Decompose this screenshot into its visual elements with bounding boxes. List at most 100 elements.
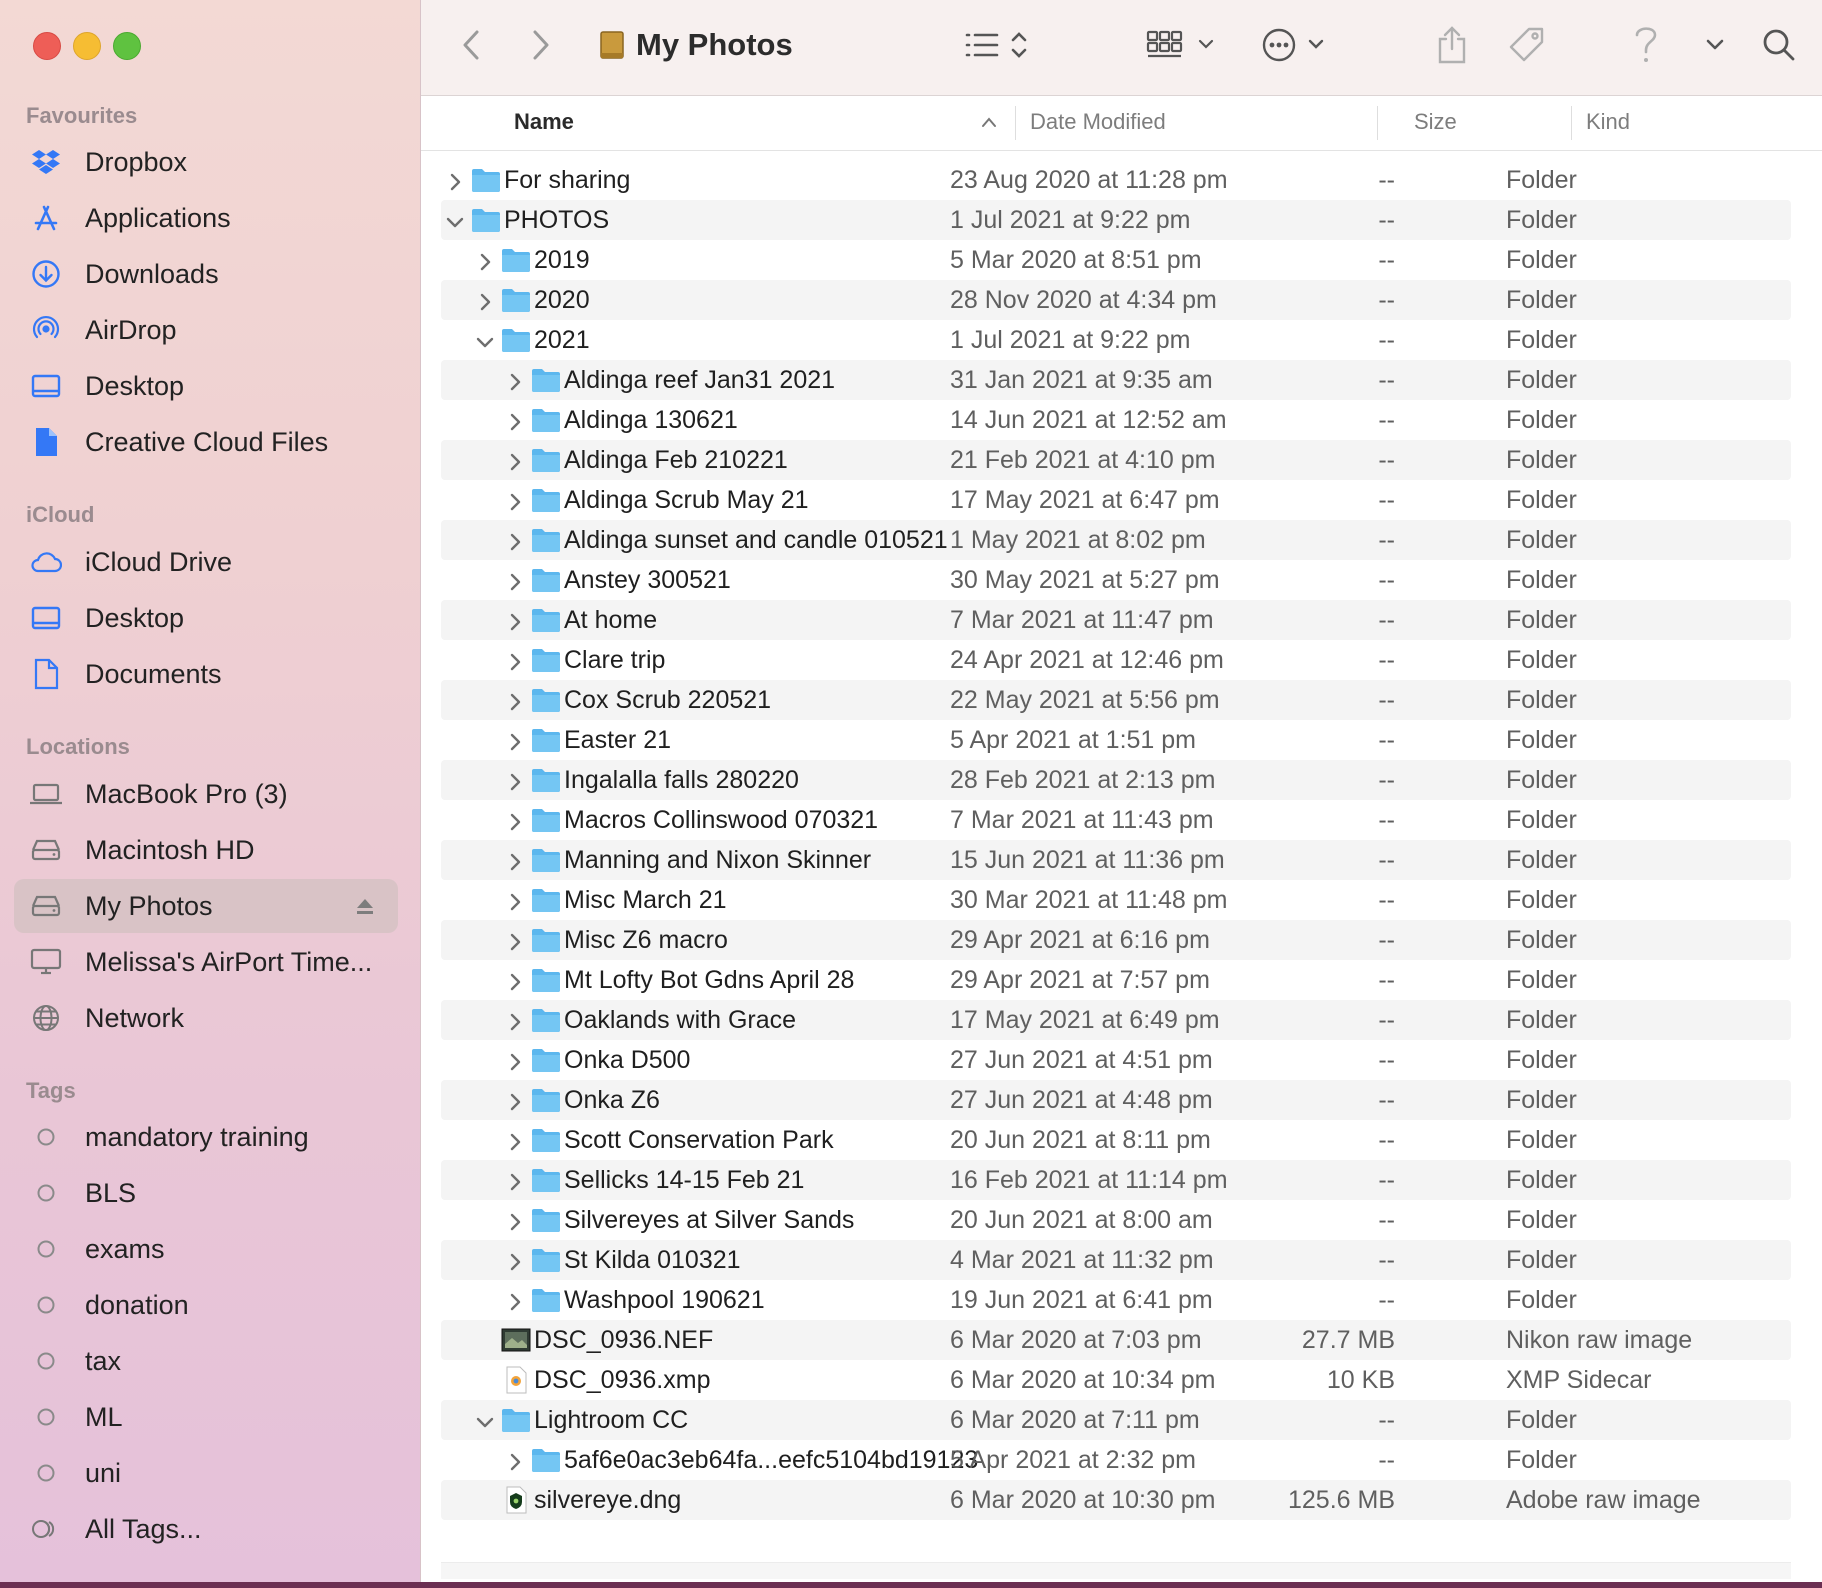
zoom-window-button[interactable]: [113, 32, 141, 60]
action-menu-button[interactable]: [1261, 22, 1331, 68]
chevron-right-icon[interactable]: [505, 650, 525, 671]
table-row[interactable]: Sellicks 14-15 Feb 21 16 Feb 2021 at 11:…: [441, 1160, 1791, 1200]
sidebar-item-icloud-drive[interactable]: iCloud Drive: [14, 535, 398, 589]
sidebar-item-downloads[interactable]: Downloads: [14, 247, 398, 301]
table-row[interactable]: Washpool 190621 19 Jun 2021 at 6:41 pm -…: [441, 1280, 1791, 1320]
sidebar-item-creative-cloud-files[interactable]: Creative Cloud Files: [14, 415, 398, 469]
sidebar-item-network[interactable]: Network: [14, 991, 398, 1045]
chevron-right-icon[interactable]: [505, 730, 525, 751]
chevron-right-icon[interactable]: [505, 1050, 525, 1071]
sidebar-item-tax[interactable]: tax: [14, 1334, 398, 1388]
chevron-right-icon[interactable]: [505, 490, 525, 511]
table-row[interactable]: Aldinga Scrub May 21 17 May 2021 at 6:47…: [441, 480, 1791, 520]
chevron-right-icon[interactable]: [505, 1090, 525, 1111]
column-divider[interactable]: [1015, 106, 1016, 140]
chevron-right-icon[interactable]: [505, 970, 525, 991]
table-row[interactable]: St Kilda 010321 4 Mar 2021 at 11:32 pm -…: [441, 1240, 1791, 1280]
horizontal-scrollbar[interactable]: [441, 1562, 1791, 1579]
column-divider[interactable]: [1377, 106, 1378, 140]
sidebar-item-desktop[interactable]: Desktop: [14, 359, 398, 413]
table-row[interactable]: Scott Conservation Park 20 Jun 2021 at 8…: [441, 1120, 1791, 1160]
table-row[interactable]: Mt Lofty Bot Gdns April 28 29 Apr 2021 a…: [441, 960, 1791, 1000]
sidebar-item-airdrop[interactable]: AirDrop: [14, 303, 398, 357]
table-row[interactable]: Clare trip 24 Apr 2021 at 12:46 pm -- Fo…: [441, 640, 1791, 680]
table-row[interactable]: 2021 1 Jul 2021 at 9:22 pm -- Folder: [441, 320, 1791, 360]
chevron-right-icon[interactable]: [505, 1210, 525, 1231]
help-button[interactable]: [1631, 22, 1661, 68]
back-button[interactable]: [459, 22, 483, 68]
chevron-right-icon[interactable]: [505, 1010, 525, 1031]
chevron-right-icon[interactable]: [505, 1250, 525, 1271]
table-row[interactable]: Onka Z6 27 Jun 2021 at 4:48 pm -- Folder: [441, 1080, 1791, 1120]
chevron-right-icon[interactable]: [505, 930, 525, 951]
search-button[interactable]: [1761, 22, 1797, 68]
close-window-button[interactable]: [33, 32, 61, 60]
kind-column-header[interactable]: Kind: [1586, 96, 1630, 150]
table-row[interactable]: For sharing 23 Aug 2020 at 11:28 pm -- F…: [441, 160, 1791, 200]
sidebar-item-donation[interactable]: donation: [14, 1278, 398, 1332]
table-row[interactable]: Manning and Nixon Skinner 15 Jun 2021 at…: [441, 840, 1791, 880]
chevron-right-icon[interactable]: [505, 450, 525, 471]
chevron-down-icon[interactable]: [475, 1410, 495, 1430]
chevron-right-icon[interactable]: [505, 690, 525, 711]
sidebar-item-applications[interactable]: Applications: [14, 191, 398, 245]
chevron-right-icon[interactable]: [505, 1450, 525, 1471]
date-modified-column-header[interactable]: Date Modified: [1030, 96, 1166, 150]
table-row[interactable]: Onka D500 27 Jun 2021 at 4:51 pm -- Fold…: [441, 1040, 1791, 1080]
table-row[interactable]: Easter 21 5 Apr 2021 at 1:51 pm -- Folde…: [441, 720, 1791, 760]
chevron-right-icon[interactable]: [475, 290, 495, 311]
tag-button[interactable]: [1507, 22, 1547, 68]
table-row[interactable]: Ingalalla falls 280220 28 Feb 2021 at 2:…: [441, 760, 1791, 800]
chevron-right-icon[interactable]: [505, 1290, 525, 1311]
table-row[interactable]: PHOTOS 1 Jul 2021 at 9:22 pm -- Folder: [441, 200, 1791, 240]
table-row[interactable]: Aldinga Feb 210221 21 Feb 2021 at 4:10 p…: [441, 440, 1791, 480]
group-button[interactable]: [1145, 22, 1219, 68]
table-row[interactable]: Cox Scrub 220521 22 May 2021 at 5:56 pm …: [441, 680, 1791, 720]
chevron-down-icon[interactable]: [475, 330, 495, 350]
table-row[interactable]: Misc Z6 macro 29 Apr 2021 at 6:16 pm -- …: [441, 920, 1791, 960]
sidebar-item-bls[interactable]: BLS: [14, 1166, 398, 1220]
chevron-right-icon[interactable]: [505, 890, 525, 911]
sidebar-item-exams[interactable]: exams: [14, 1222, 398, 1276]
chevron-right-icon[interactable]: [505, 610, 525, 631]
table-row[interactable]: 2020 28 Nov 2020 at 4:34 pm -- Folder: [441, 280, 1791, 320]
name-column-header[interactable]: Name: [514, 96, 574, 150]
table-row[interactable]: Macros Collinswood 070321 7 Mar 2021 at …: [441, 800, 1791, 840]
sidebar-item-mandatory-training[interactable]: mandatory training: [14, 1110, 398, 1164]
sidebar-item-uni[interactable]: uni: [14, 1446, 398, 1500]
chevron-right-icon[interactable]: [505, 1170, 525, 1191]
toolbar-overflow-button[interactable]: [1703, 22, 1727, 68]
table-row[interactable]: Misc March 21 30 Mar 2021 at 11:48 pm --…: [441, 880, 1791, 920]
chevron-right-icon[interactable]: [475, 250, 495, 271]
sidebar-item-my-photos[interactable]: My Photos: [14, 879, 398, 933]
minimize-window-button[interactable]: [73, 32, 101, 60]
table-row[interactable]: Aldinga sunset and candle 010521 1 May 2…: [441, 520, 1791, 560]
forward-button[interactable]: [529, 22, 553, 68]
chevron-right-icon[interactable]: [505, 810, 525, 831]
chevron-right-icon[interactable]: [505, 1130, 525, 1151]
chevron-right-icon[interactable]: [505, 570, 525, 591]
chevron-right-icon[interactable]: [505, 370, 525, 391]
column-divider[interactable]: [1571, 106, 1572, 140]
table-row[interactable]: 2019 5 Mar 2020 at 8:51 pm -- Folder: [441, 240, 1791, 280]
table-row[interactable]: At home 7 Mar 2021 at 11:47 pm -- Folder: [441, 600, 1791, 640]
table-row[interactable]: DSC_0936.NEF 6 Mar 2020 at 7:03 pm 27.7 …: [441, 1320, 1791, 1360]
chevron-right-icon[interactable]: [445, 170, 465, 191]
table-row[interactable]: 5af6e0ac3eb64fa...eefc5104bd19123 5 Apr …: [441, 1440, 1791, 1480]
table-row[interactable]: Lightroom CC 6 Mar 2020 at 7:11 pm -- Fo…: [441, 1400, 1791, 1440]
table-row[interactable]: DSC_0936.xmp 6 Mar 2020 at 10:34 pm 10 K…: [441, 1360, 1791, 1400]
sidebar-item-documents[interactable]: Documents: [14, 647, 398, 701]
chevron-down-icon[interactable]: [445, 210, 465, 230]
table-row[interactable]: Oaklands with Grace 17 May 2021 at 6:49 …: [441, 1000, 1791, 1040]
table-row[interactable]: Anstey 300521 30 May 2021 at 5:27 pm -- …: [441, 560, 1791, 600]
chevron-right-icon[interactable]: [505, 530, 525, 551]
chevron-right-icon[interactable]: [505, 850, 525, 871]
sidebar-item-all-tags[interactable]: All Tags...: [14, 1502, 398, 1556]
table-row[interactable]: Silvereyes at Silver Sands 20 Jun 2021 a…: [441, 1200, 1791, 1240]
list-view-button[interactable]: [963, 22, 1033, 68]
sidebar-item-macintosh-hd[interactable]: Macintosh HD: [14, 823, 398, 877]
table-row[interactable]: silvereye.dng 6 Mar 2020 at 10:30 pm 125…: [441, 1480, 1791, 1520]
eject-icon[interactable]: [354, 894, 376, 925]
sort-ascending-icon[interactable]: [979, 114, 999, 130]
table-row[interactable]: Aldinga 130621 14 Jun 2021 at 12:52 am -…: [441, 400, 1791, 440]
